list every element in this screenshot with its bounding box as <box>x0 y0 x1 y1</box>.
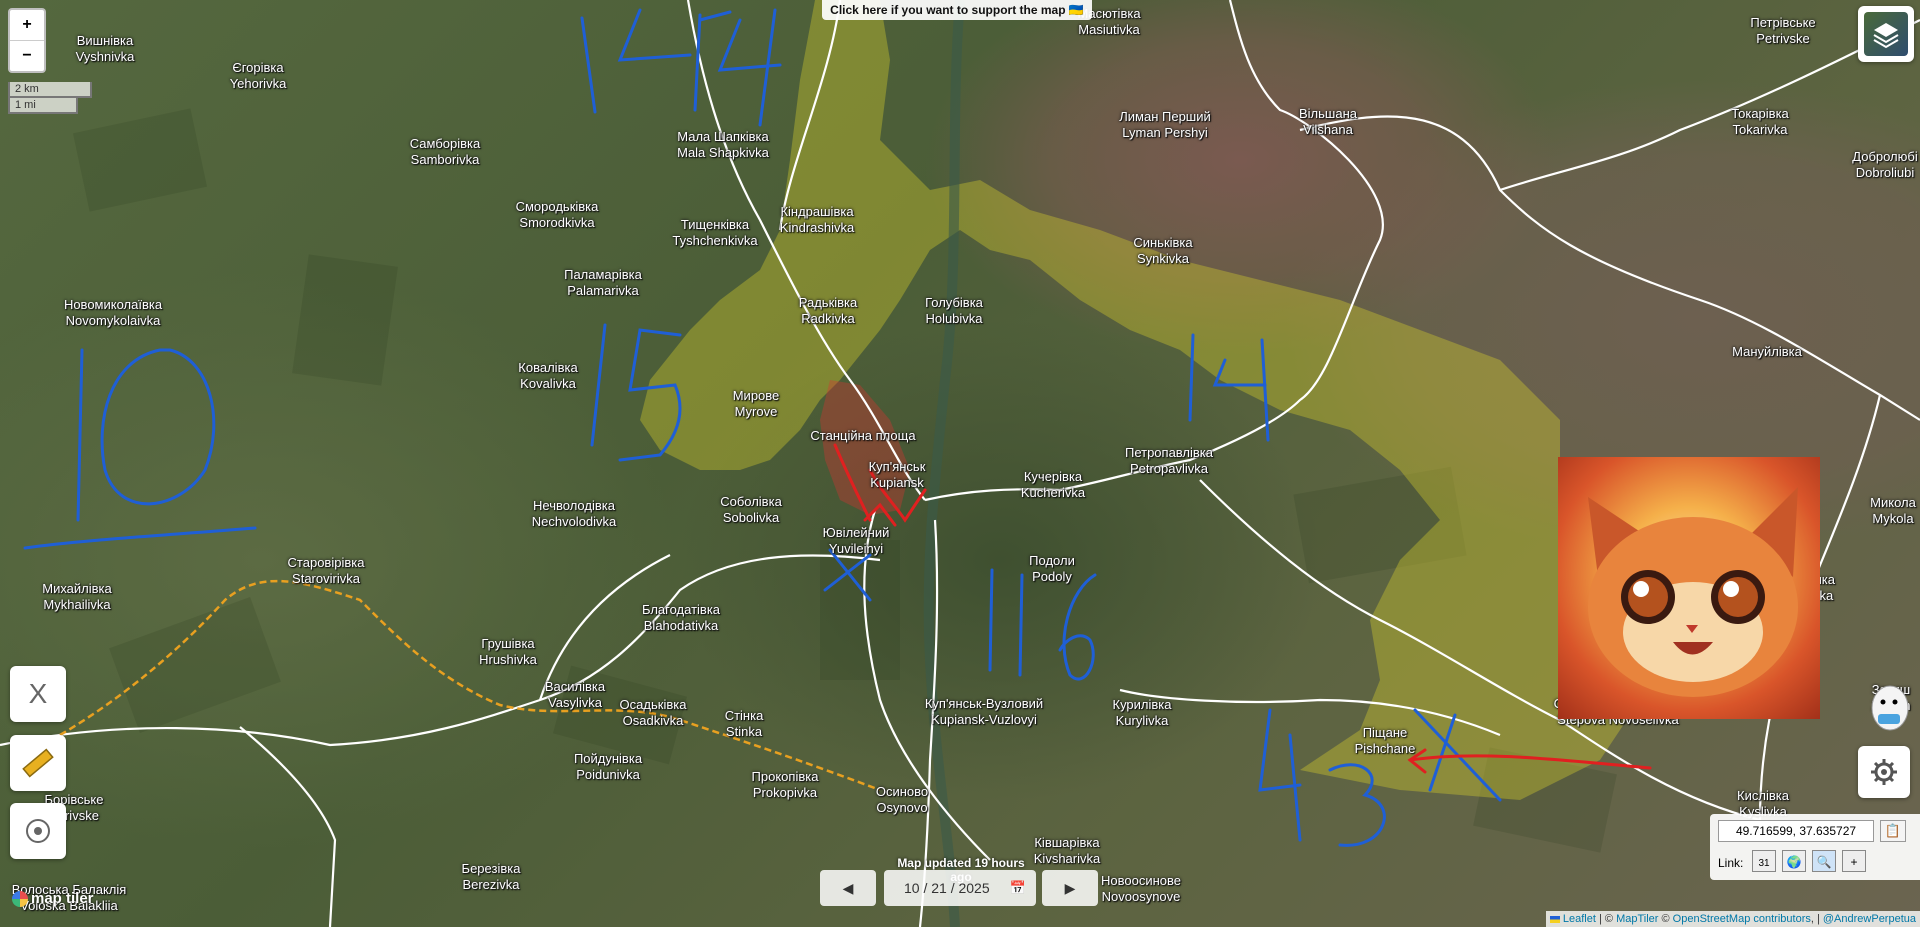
previous-date-button[interactable]: ◀ <box>820 870 876 906</box>
crosshair-link-button[interactable]: + <box>1842 850 1866 872</box>
ruler-icon <box>22 748 54 778</box>
map-canvas[interactable]: Вишнівка Vyshnivka Єгорівка Yehorivka Мала… <box>0 0 1920 927</box>
chevron-right-icon: ▶ <box>1064 879 1076 896</box>
maptiler-logo-icon <box>12 890 28 907</box>
author-link[interactable]: @AndrewPerpetua <box>1823 913 1916 925</box>
next-date-button[interactable]: ▶ <box>1042 870 1098 906</box>
coordinates-input[interactable] <box>1718 820 1874 842</box>
support-banner-link[interactable]: Click here if you want to support the ma… <box>822 0 1092 20</box>
layers-button[interactable] <box>1858 6 1914 62</box>
layers-icon <box>1873 23 1899 49</box>
date-value: 10 / 21 / 2025 <box>904 880 990 896</box>
target-icon <box>26 819 50 843</box>
copy-button[interactable]: 📋 <box>1880 820 1906 842</box>
attribution: Leaflet | © MapTiler © OpenStreetMap con… <box>1545 911 1920 927</box>
scale-bar: 2 km 1 mi <box>8 82 92 114</box>
zoom-out-button[interactable]: − <box>10 40 44 71</box>
calendar-icon: 📅 <box>1009 880 1026 895</box>
crosshair-icon: + <box>1850 855 1858 869</box>
leaflet-link[interactable]: Leaflet <box>1563 913 1596 925</box>
settings-button[interactable] <box>1858 746 1910 798</box>
calendar-link-button[interactable]: 31 <box>1752 850 1776 872</box>
river <box>923 0 965 927</box>
scale-km: 2 km <box>8 82 92 98</box>
x-button[interactable]: X <box>10 666 66 722</box>
chevron-left-icon: ◀ <box>842 879 854 896</box>
cat-image <box>1558 457 1820 719</box>
zoom-link-button[interactable]: 🔍 <box>1812 850 1836 872</box>
gear-icon <box>1871 759 1897 785</box>
coordinates-panel: 📋 Link: 31 🌍 🔍 + <box>1710 814 1920 880</box>
date-picker[interactable]: 10 / 21 / 2025 📅 <box>884 870 1036 906</box>
osm-link[interactable]: OpenStreetMap contributors <box>1673 913 1811 925</box>
calendar-icon: 31 <box>1758 858 1770 869</box>
world-map-icon: 🌍 <box>1786 855 1802 869</box>
x-icon: X <box>28 678 48 709</box>
magnifier-icon: 🔍 <box>1816 855 1832 869</box>
map-link-button[interactable]: 🌍 <box>1782 850 1806 872</box>
maptiler-link[interactable]: MapTiler <box>1616 913 1658 925</box>
zoom-in-button[interactable]: + <box>10 10 44 40</box>
link-label: Link: <box>1718 856 1744 870</box>
mascot-icon <box>1871 685 1909 731</box>
locate-button[interactable] <box>10 803 66 859</box>
zoom-control: + − <box>8 8 46 73</box>
maptiler-logo: map tiler <box>12 890 94 907</box>
contested-zone <box>640 0 1640 800</box>
measure-button[interactable] <box>10 735 66 791</box>
scale-mi: 1 mi <box>8 98 78 114</box>
ukraine-flag-icon <box>1549 915 1560 923</box>
clipboard-icon: 📋 <box>1884 823 1902 838</box>
